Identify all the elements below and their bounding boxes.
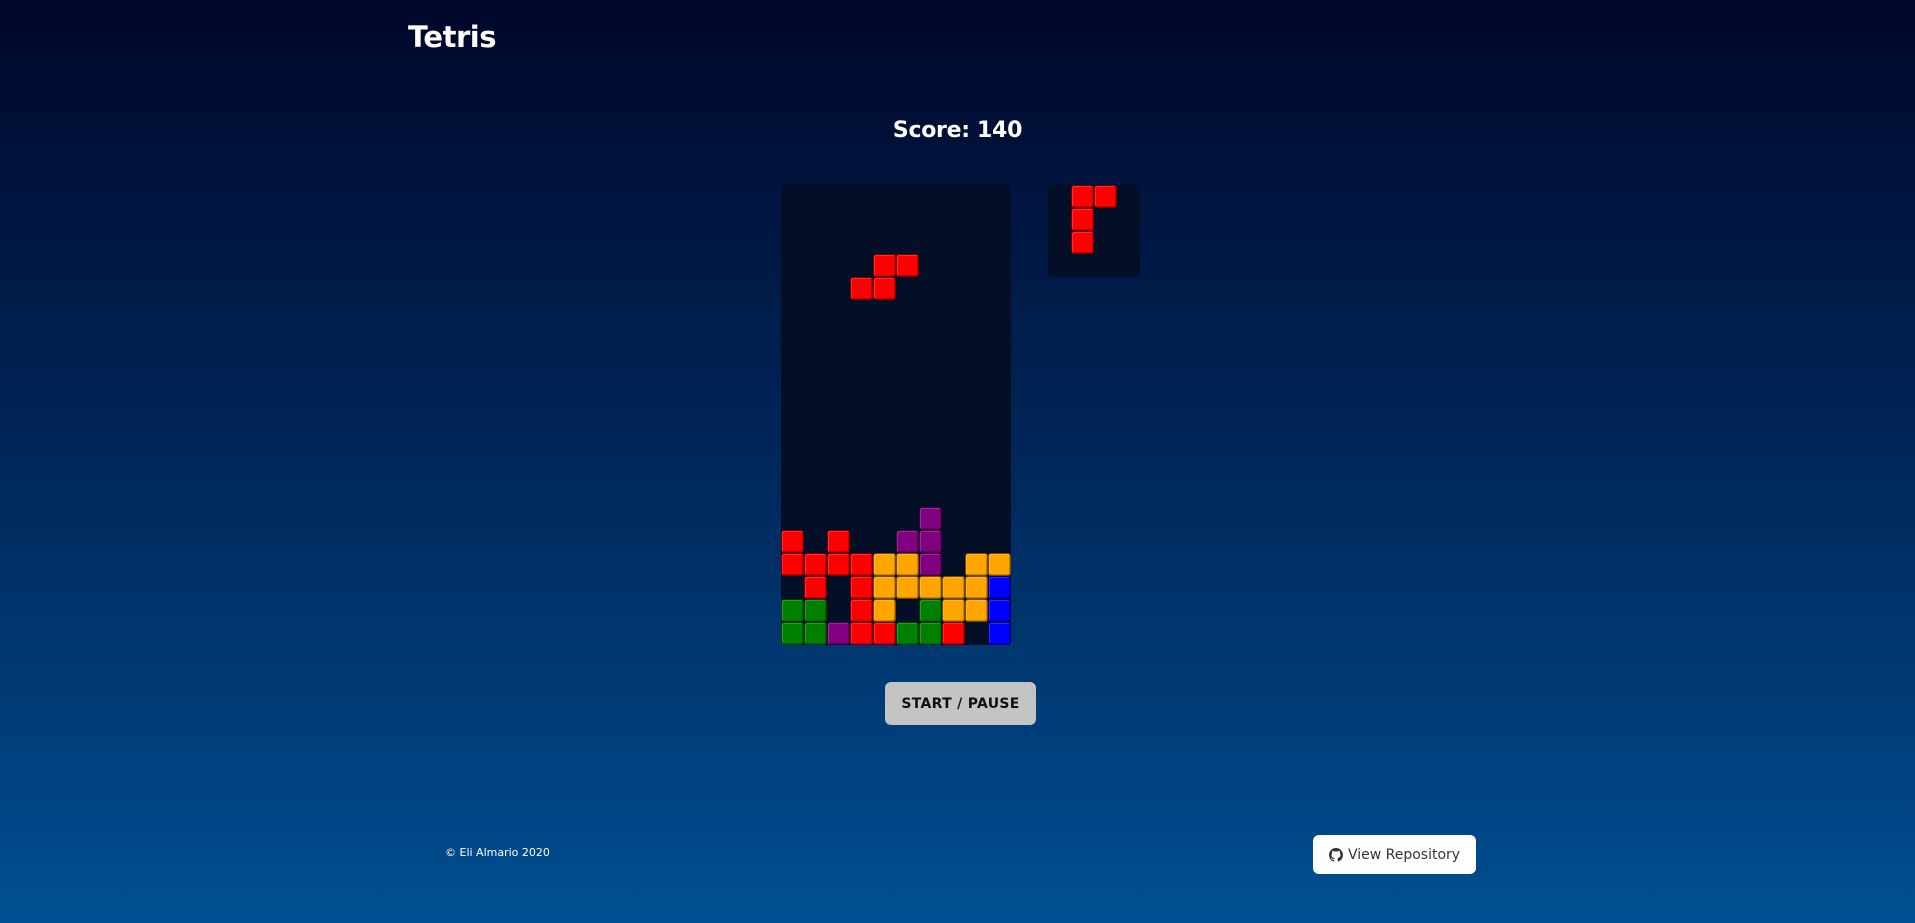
board-block [781, 599, 804, 622]
board-block [919, 599, 942, 622]
board-block [919, 530, 942, 553]
board-block [873, 254, 896, 277]
board-block [827, 553, 850, 576]
board-block [827, 622, 850, 645]
board-block [896, 576, 919, 599]
view-repository-button[interactable]: View Repository [1313, 835, 1476, 874]
next-piece-preview [1048, 185, 1140, 277]
board-block [804, 599, 827, 622]
board-block [896, 254, 919, 277]
board-block [988, 576, 1011, 599]
board-block [896, 530, 919, 553]
board-block [942, 622, 965, 645]
board-block [919, 576, 942, 599]
board-block [873, 553, 896, 576]
board-block [804, 553, 827, 576]
board-block [781, 553, 804, 576]
game-board [781, 185, 1011, 645]
board-block [965, 599, 988, 622]
score-display: Score: 140 [892, 118, 1023, 143]
next-piece-block [1094, 185, 1117, 208]
board-block [850, 576, 873, 599]
next-piece-block [1071, 185, 1094, 208]
board-block [850, 622, 873, 645]
board-block [873, 277, 896, 300]
board-block [942, 576, 965, 599]
app-title: Tetris [408, 20, 496, 54]
next-piece-block [1071, 231, 1094, 254]
board-block [988, 553, 1011, 576]
board-block [781, 622, 804, 645]
board-block [988, 622, 1011, 645]
board-block [850, 553, 873, 576]
board-block [896, 553, 919, 576]
copyright-text: © Eli Almario 2020 [445, 846, 550, 859]
view-repository-label: View Repository [1347, 846, 1461, 863]
board-block [850, 277, 873, 300]
board-block [919, 507, 942, 530]
board-block [919, 553, 942, 576]
github-icon [1328, 847, 1343, 862]
board-block [919, 622, 942, 645]
board-block [965, 576, 988, 599]
board-block [781, 530, 804, 553]
board-block [804, 576, 827, 599]
board-block [965, 553, 988, 576]
board-block [804, 622, 827, 645]
next-piece-block [1071, 208, 1094, 231]
board-block [873, 599, 896, 622]
board-block [896, 622, 919, 645]
board-block [827, 530, 850, 553]
board-block [873, 622, 896, 645]
board-block [873, 576, 896, 599]
board-block [988, 599, 1011, 622]
start-pause-button[interactable]: START / PAUSE [885, 682, 1036, 725]
board-block [850, 599, 873, 622]
board-block [942, 599, 965, 622]
